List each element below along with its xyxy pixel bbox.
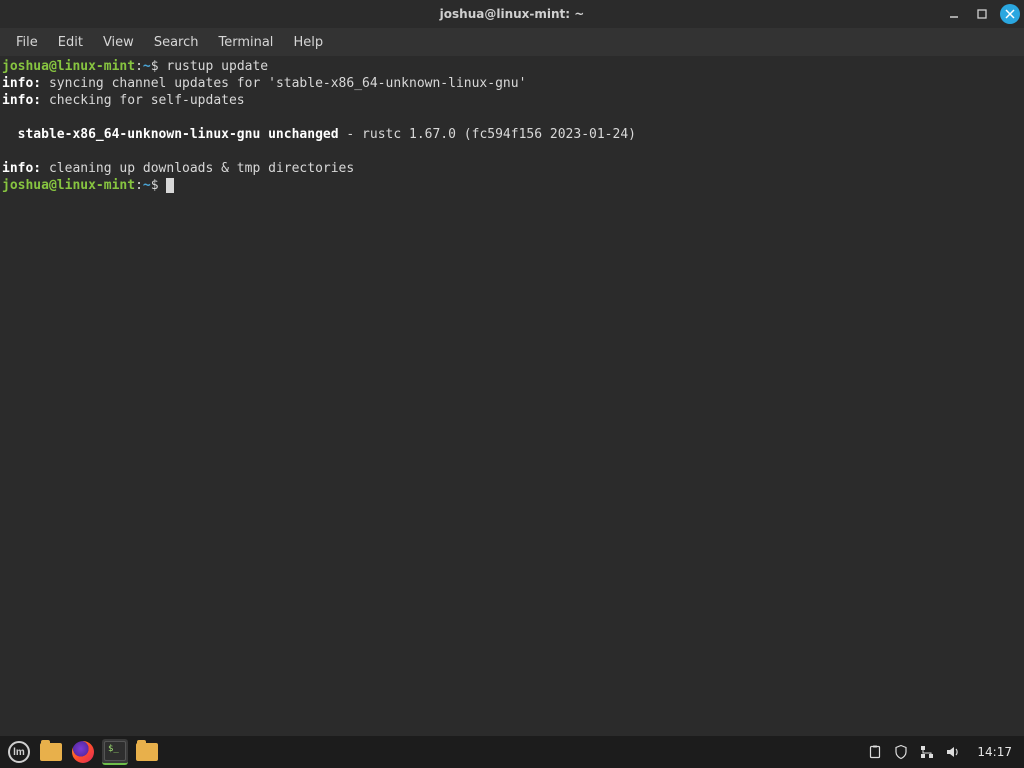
menu-file[interactable]: File (6, 31, 48, 54)
menubar: File Edit View Search Terminal Help (0, 28, 1024, 56)
prompt-symbol: $ (151, 59, 159, 74)
prompt-separator: : (135, 178, 143, 193)
terminal-output[interactable]: joshua@linux-mint:~$ rustup update info:… (0, 56, 1024, 736)
prompt-path: ~ (143, 178, 151, 193)
taskbar-clock[interactable]: 14:17 (971, 745, 1018, 759)
prompt-path: ~ (143, 59, 151, 74)
shield-icon[interactable] (893, 744, 909, 760)
terminal-cursor (166, 178, 174, 193)
network-icon[interactable] (919, 744, 935, 760)
menu-edit[interactable]: Edit (48, 31, 93, 54)
minimize-button[interactable] (944, 4, 964, 24)
mint-logo-icon: lm (8, 741, 30, 763)
command-text: rustup update (166, 59, 268, 74)
taskbar-terminal[interactable]: $_ (102, 739, 128, 765)
info-label: info: (2, 161, 41, 176)
line-checking: checking for self-updates (41, 93, 245, 108)
window-controls (944, 4, 1020, 24)
terminal-icon: $_ (104, 741, 126, 761)
window-titlebar: joshua@linux-mint: ~ (0, 0, 1024, 28)
firefox-icon (72, 741, 94, 763)
taskbar-show-desktop[interactable] (38, 739, 64, 765)
volume-icon[interactable] (945, 744, 961, 760)
line-stable-version: - rustc 1.67.0 (fc594f156 2023-01-24) (339, 127, 636, 142)
start-menu-button[interactable]: lm (6, 739, 32, 765)
maximize-button[interactable] (972, 4, 992, 24)
info-label: info: (2, 76, 41, 91)
line-syncing: syncing channel updates for 'stable-x86_… (41, 76, 526, 91)
folder-icon (136, 743, 158, 761)
system-tray: 14:17 (867, 744, 1018, 760)
window-title: joshua@linux-mint: ~ (440, 7, 585, 21)
menu-terminal[interactable]: Terminal (208, 31, 283, 54)
folder-icon (40, 743, 62, 761)
menu-view[interactable]: View (93, 31, 144, 54)
prompt-user-host: joshua@linux-mint (2, 178, 135, 193)
clipboard-icon[interactable] (867, 744, 883, 760)
prompt-user-host: joshua@linux-mint (2, 59, 135, 74)
taskbar-firefox[interactable] (70, 739, 96, 765)
prompt-symbol: $ (151, 178, 159, 193)
line-cleanup: cleaning up downloads & tmp directories (41, 161, 354, 176)
taskbar: lm $_ 14:17 (0, 736, 1024, 768)
prompt-separator: : (135, 59, 143, 74)
line-stable-bold: stable-x86_64-unknown-linux-gnu unchange… (18, 127, 339, 142)
menu-help[interactable]: Help (283, 31, 333, 54)
info-label: info: (2, 93, 41, 108)
line-stable-indent (2, 127, 18, 142)
close-button[interactable] (1000, 4, 1020, 24)
menu-search[interactable]: Search (144, 31, 209, 54)
taskbar-files[interactable] (134, 739, 160, 765)
